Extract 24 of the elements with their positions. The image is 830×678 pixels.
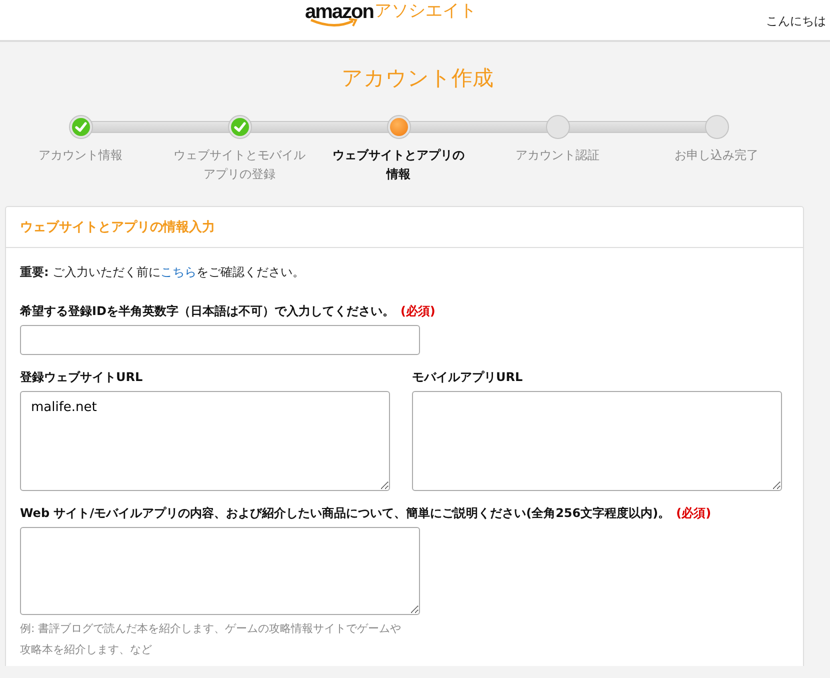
- greeting: こんにちは: [766, 13, 826, 30]
- field-label: 希望する登録IDを半角英数字（日本語は不可）で入力してください。: [20, 303, 394, 320]
- card-title: ウェブサイトとアプリの情報入力: [20, 218, 215, 236]
- required-mark: (必須): [400, 303, 436, 320]
- description-field[interactable]: [20, 527, 420, 615]
- logo-suffix: アソシエイト: [374, 0, 476, 22]
- field-label: Web サイト/モバイルアプリの内容、および紹介したい商品について、簡単にご説明ください(全角256文字程度以内)。: [20, 505, 670, 522]
- notice-text: 重要: ご入力いただく前に こちら をご確認ください。: [20, 264, 306, 281]
- smile-logo-icon: [309, 18, 359, 28]
- url-field[interactable]: malife.net: [20, 391, 390, 491]
- field-hint: 例: 書評ブログで読んだ本を紹介します、ゲームの攻略情報サイトでゲームや攻略本を紹介します、など: [20, 621, 402, 658]
- step-label: お申し込み完了: [674, 147, 760, 164]
- page-title: アカウント作成: [340, 65, 494, 92]
- step-label: ウェブサイトとモバイルアプリの登録: [172, 147, 306, 183]
- field-label: 登録ウェブサイトURL: [20, 369, 143, 386]
- step-label: ウェブサイトとアプリの情報: [332, 147, 466, 183]
- field-label: モバイルアプリURL: [412, 369, 523, 386]
- logo-wordmark[interactable]: amazon: [305, 0, 374, 30]
- url-field[interactable]: [412, 391, 782, 491]
- notice-link[interactable]: こちら: [160, 265, 197, 279]
- input-field[interactable]: [20, 325, 420, 355]
- step-label: アカウント情報: [38, 147, 124, 164]
- required-mark: (必須): [676, 505, 712, 522]
- step-label: アカウント認証: [514, 147, 600, 164]
